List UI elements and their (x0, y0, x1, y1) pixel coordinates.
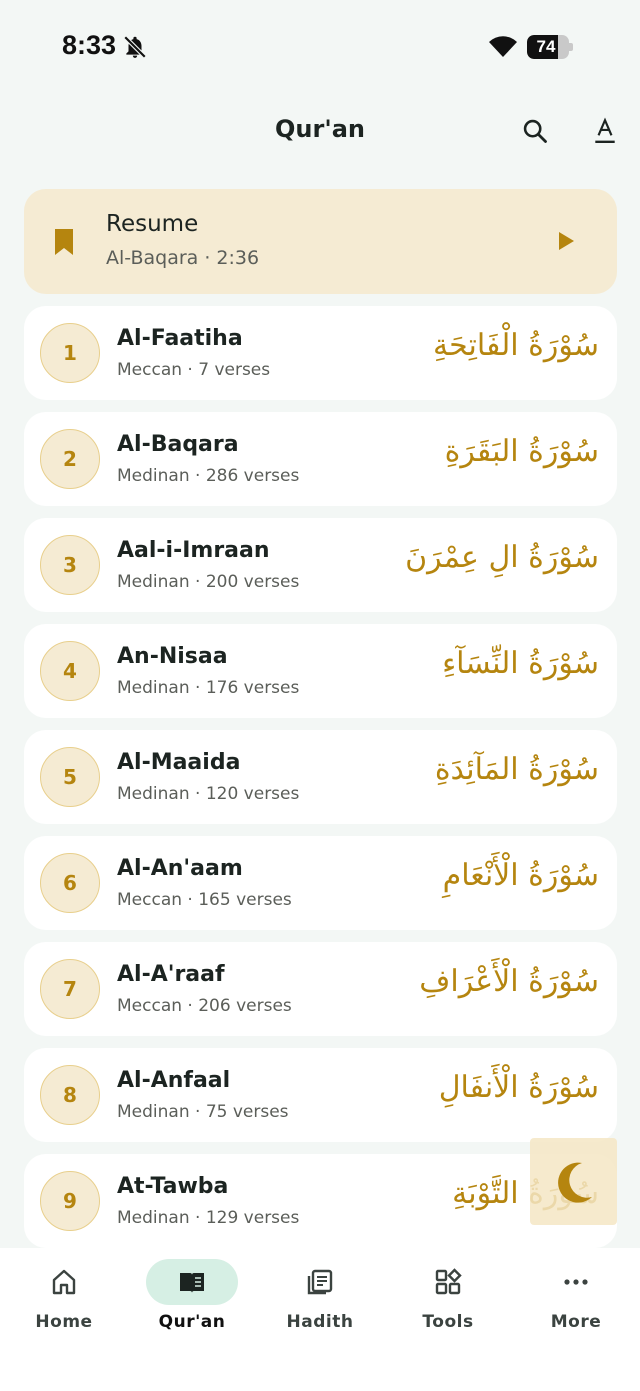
theme-toggle-button[interactable] (530, 1138, 617, 1225)
surah-list-item[interactable]: 6 Al-An'aam Meccan · 165 verses سُوْرَةُ ال… (24, 836, 617, 930)
surah-meta: Medinan · 75 verses (117, 1102, 289, 1122)
surah-name: Al-A'raaf (117, 962, 225, 987)
more-dots-icon (564, 1279, 588, 1285)
surah-list-item[interactable]: 7 Al-A'raaf Meccan · 206 verses سُوْرَةُ ال… (24, 942, 617, 1036)
surah-arabic-name: سُوْرَةُ الِ عِمْرَنَ (405, 540, 599, 575)
surah-meta: Medinan · 129 verses (117, 1208, 300, 1228)
surah-number-badge: 8 (40, 1065, 100, 1125)
nav-item-more[interactable]: More (512, 1248, 640, 1348)
surah-arabic-name: سُوْرَةُ البَقَرَةِ (444, 434, 599, 469)
surah-list-item[interactable]: 8 Al-Anfaal Medinan · 75 verses سُوْرَةُ ال… (24, 1048, 617, 1142)
surah-name: Al-Maaida (117, 750, 241, 775)
surah-arabic-name: سُوْرَةُ الْفَاتِحَةِ (433, 328, 599, 363)
surah-list-item[interactable]: 4 An-Nisaa Medinan · 176 verses سُوْرَةُ ال… (24, 624, 617, 718)
surah-meta: Meccan · 7 verses (117, 360, 271, 380)
surah-meta: Medinan · 200 verses (117, 572, 300, 592)
resume-card[interactable]: Resume Al-Baqara · 2:36 (24, 189, 617, 294)
surah-meta: Medinan · 120 verses (117, 784, 300, 804)
bell-off-icon (123, 35, 147, 59)
nav-label: Qur'an (158, 1312, 226, 1332)
surah-list-item[interactable]: 3 Aal-i-Imraan Medinan · 200 verses سُوْرَة… (24, 518, 617, 612)
nav-item-hadith[interactable]: Hadith (256, 1248, 384, 1348)
surah-number-badge: 3 (40, 535, 100, 595)
wifi-icon (489, 36, 517, 57)
surah-name: Al-Baqara (117, 432, 239, 457)
search-icon (523, 119, 547, 143)
surah-number-badge: 6 (40, 853, 100, 913)
surah-meta: Medinan · 286 verses (117, 466, 300, 486)
bottom-navigation: Home Qur'an Hadith Tools More (0, 1248, 640, 1391)
surah-number-badge: 4 (40, 641, 100, 701)
surah-arabic-name: سُوْرَةُ النِّسَآءِ (442, 646, 599, 681)
nav-item-tools[interactable]: Tools (384, 1248, 512, 1348)
surah-number-badge: 5 (40, 747, 100, 807)
status-time: 8:33 (62, 30, 117, 60)
resume-subtitle: Al-Baqara · 2:36 (106, 247, 260, 269)
nav-label: Home (35, 1312, 93, 1332)
surah-meta: Medinan · 176 verses (117, 678, 300, 698)
resume-title: Resume (106, 211, 199, 237)
surah-arabic-name: سُوْرَةُ الْأَعْرَافِ (419, 964, 599, 999)
surah-name: At-Tawba (117, 1174, 229, 1199)
grid-tools-icon (435, 1268, 462, 1295)
surah-meta: Meccan · 206 verses (117, 996, 292, 1016)
surah-number-badge: 1 (40, 323, 100, 383)
surah-name: An-Nisaa (117, 644, 228, 669)
surah-meta: Meccan · 165 verses (117, 890, 292, 910)
status-bar: 8:33 74 (0, 0, 640, 95)
surah-arabic-name: سُوْرَةُ المَآئِدَةِ (434, 752, 599, 787)
battery-icon: 74 (527, 35, 573, 59)
surah-list-item[interactable]: 1 Al-Faatiha Meccan · 7 verses سُوْرَةُ الْ… (24, 306, 617, 400)
surah-name: Al-An'aam (117, 856, 243, 881)
nav-item-quran[interactable]: Qur'an (128, 1248, 256, 1348)
surah-name: Aal-i-Imraan (117, 538, 270, 563)
surah-list-item[interactable]: 9 At-Tawba Medinan · 129 verses سُوْرَةُ ال… (24, 1154, 617, 1248)
font-size-button[interactable] (585, 111, 625, 151)
play-icon[interactable] (554, 229, 578, 253)
surah-list-item[interactable]: 5 Al-Maaida Medinan · 120 verses سُوْرَةُ ا… (24, 730, 617, 824)
nav-label: More (550, 1312, 602, 1332)
surah-arabic-name: سُوْرَةُ الْأَنفَالِ (438, 1070, 599, 1105)
crescent-moon-icon (557, 1162, 592, 1203)
battery-level: 74 (536, 37, 556, 56)
surah-arabic-name: سُوْرَةُ الْأَنْعَامِ (442, 858, 599, 893)
article-icon (307, 1269, 333, 1295)
surah-list-item[interactable]: 2 Al-Baqara Medinan · 286 verses سُوْرَةُ ا… (24, 412, 617, 506)
surah-number-badge: 9 (40, 1171, 100, 1231)
surah-number-badge: 7 (40, 959, 100, 1019)
nav-label: Tools (422, 1312, 474, 1332)
nav-item-home[interactable]: Home (0, 1248, 128, 1348)
home-icon (52, 1269, 76, 1295)
surah-name: Al-Faatiha (117, 326, 243, 351)
surah-name: Al-Anfaal (117, 1068, 231, 1093)
search-button[interactable] (515, 111, 555, 151)
book-icon (180, 1273, 204, 1293)
bookmark-icon (55, 229, 73, 255)
surah-number-badge: 2 (40, 429, 100, 489)
text-format-icon (595, 117, 615, 143)
nav-label: Hadith (286, 1312, 354, 1332)
